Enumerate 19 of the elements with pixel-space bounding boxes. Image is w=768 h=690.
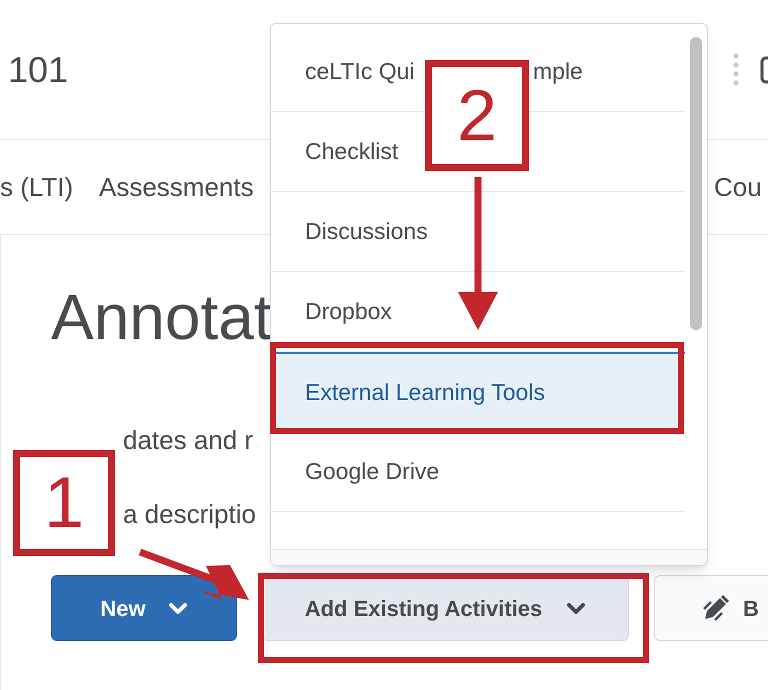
step-number: 2 xyxy=(425,60,529,171)
nav-link[interactable]: Cou xyxy=(714,168,762,206)
menu-item[interactable]: Discussions xyxy=(271,192,685,272)
chevron-down-icon xyxy=(168,602,188,614)
more-options-icon[interactable] xyxy=(732,52,740,86)
page-title: Annotat xyxy=(51,285,272,349)
intro-text: dates and r xyxy=(123,427,254,453)
course-title: 101 xyxy=(8,48,68,92)
nav-link[interactable]: Assessments xyxy=(99,168,254,206)
menu-item[interactable]: Google Drive xyxy=(271,432,685,512)
scrollbar[interactable] xyxy=(690,37,702,330)
pencil-icon xyxy=(701,593,731,623)
edit-button[interactable]: B xyxy=(654,575,768,641)
chevron-down-icon xyxy=(566,602,586,614)
menu-item[interactable]: Dropbox xyxy=(271,272,685,352)
intro-text: a descriptio xyxy=(123,501,257,527)
nav-link[interactable]: s (LTI) xyxy=(0,168,74,206)
new-button[interactable]: New xyxy=(51,575,237,641)
step-number: 1 xyxy=(13,450,115,556)
